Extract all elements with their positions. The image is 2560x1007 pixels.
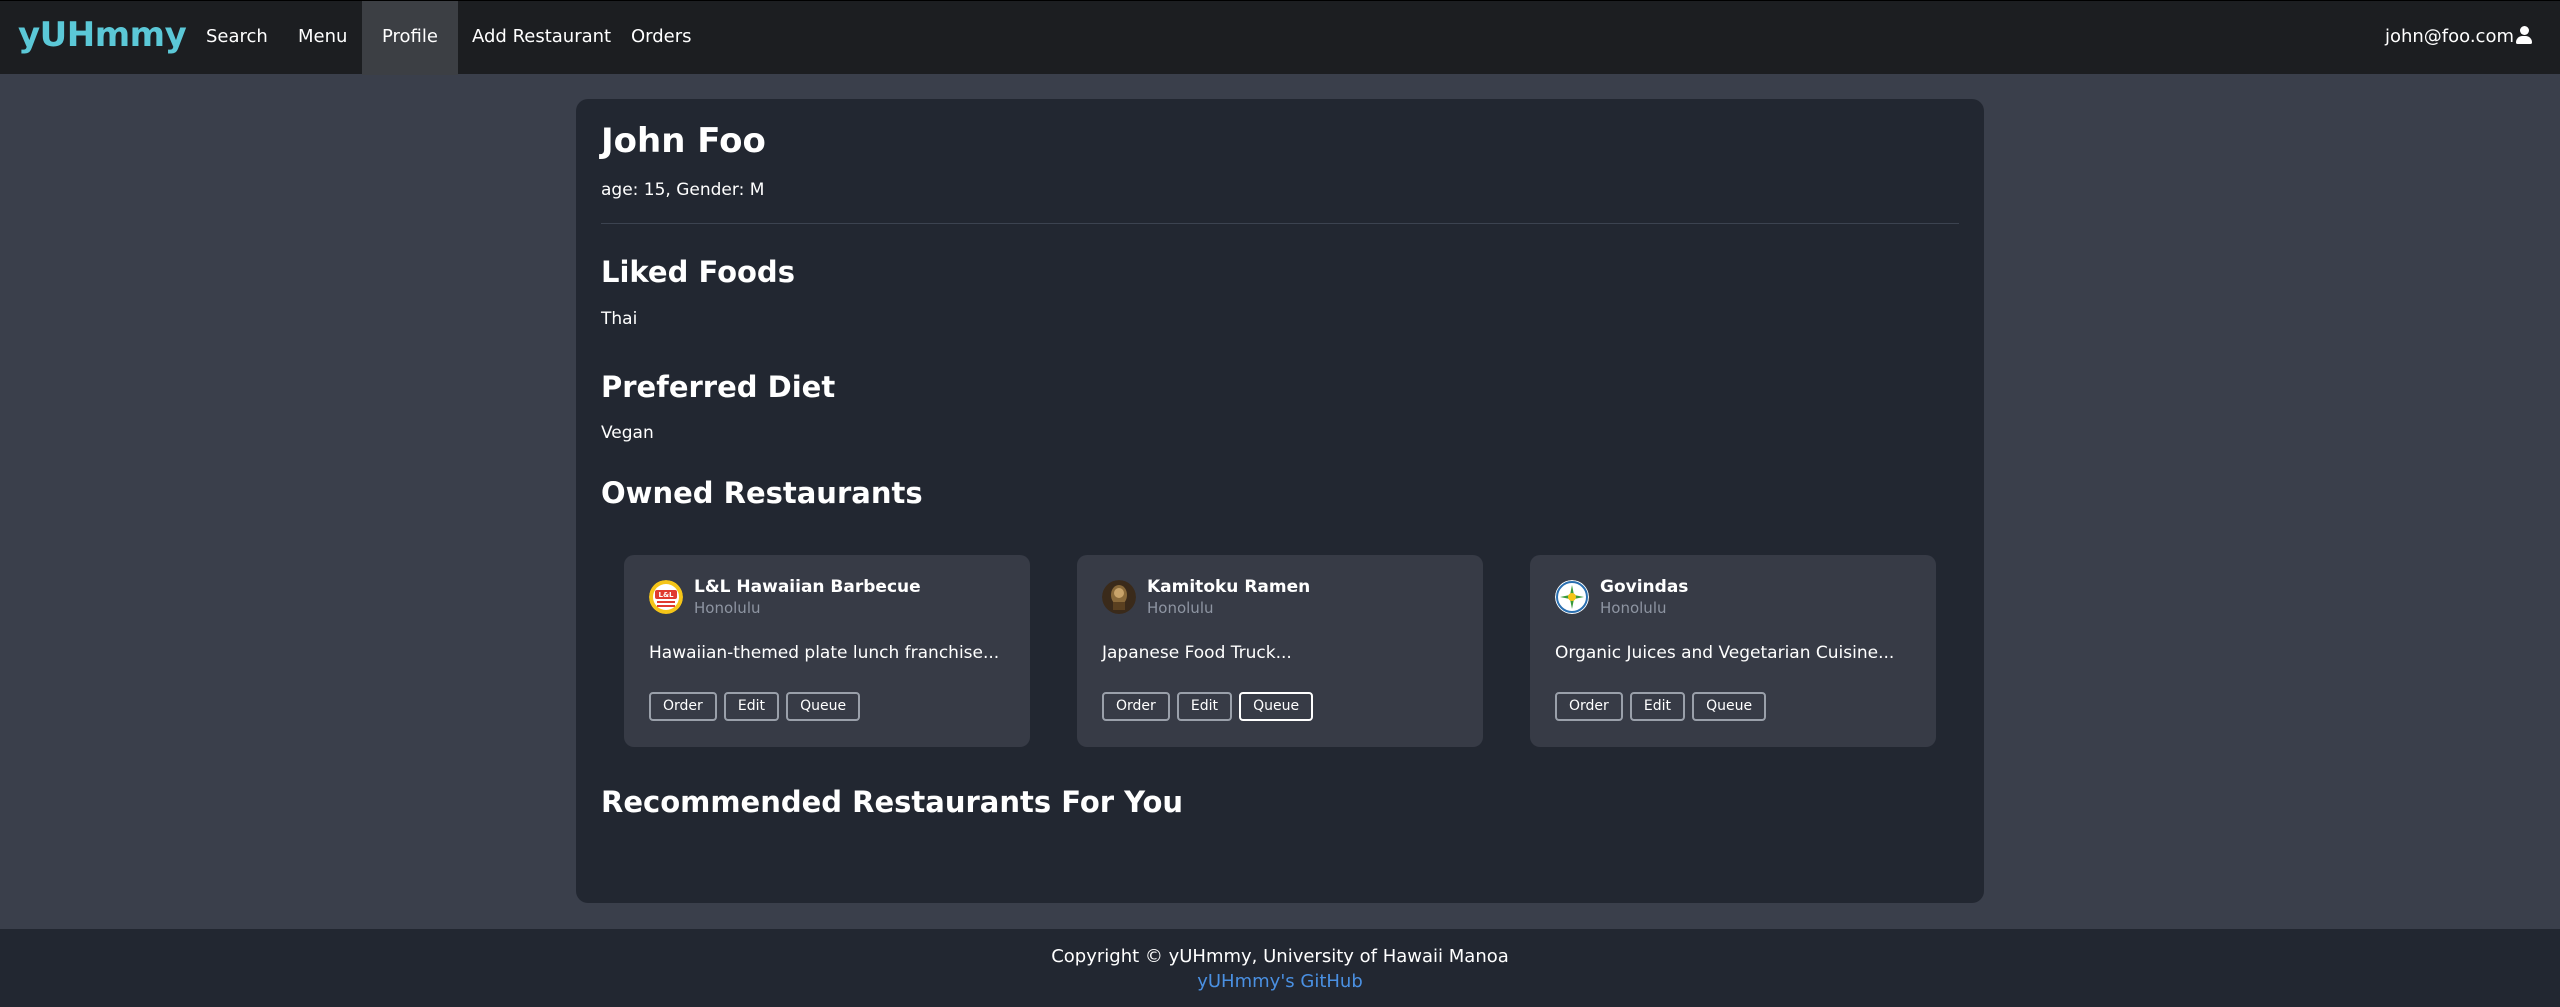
restaurant-logo [1555,580,1589,614]
nav-orders[interactable]: Orders [611,1,712,75]
footer: Copyright © yUHmmy, University of Hawaii… [0,929,2560,1007]
order-button[interactable]: Order [649,692,717,721]
liked-foods-value: Thai [601,309,638,329]
github-link[interactable]: yUHmmy's GitHub [0,971,2560,992]
svg-text:L&L: L&L [658,591,674,599]
restaurant-name: L&L Hawaiian Barbecue [694,577,921,597]
restaurant-description: Hawaiian-themed plate lunch franchise... [649,643,1000,663]
edit-button[interactable]: Edit [1176,692,1233,721]
diet-value: Vegan [601,423,654,443]
owned-restaurants-heading: Owned Restaurants [601,476,923,510]
footer-copyright: Copyright © yUHmmy, University of Hawaii… [1051,946,1509,967]
restaurant-city: Honolulu [694,599,761,617]
divider [601,223,1959,224]
profile-name: John Foo [601,121,766,161]
card-actions: Order Edit Queue [1102,692,1315,722]
nav-menu[interactable]: Menu [278,1,367,75]
restaurant-description: Japanese Food Truck... [1102,643,1292,663]
queue-button[interactable]: Queue [1692,692,1767,721]
restaurant-city: Honolulu [1600,599,1667,617]
profile-panel: John Foo age: 15, Gender: M Liked Foods … [576,99,1984,903]
nav-search[interactable]: Search [186,1,288,75]
liked-foods-heading: Liked Foods [601,255,795,289]
profile-meta: age: 15, Gender: M [601,180,765,200]
card-actions: Order Edit Queue [1555,692,1768,722]
restaurant-name: Govindas [1600,577,1689,597]
edit-button[interactable]: Edit [723,692,780,721]
queue-button[interactable]: Queue [1239,692,1314,721]
queue-button[interactable]: Queue [786,692,861,721]
diet-heading: Preferred Diet [601,370,836,404]
order-button[interactable]: Order [1102,692,1170,721]
restaurant-city: Honolulu [1147,599,1214,617]
edit-button[interactable]: Edit [1629,692,1686,721]
nav-profile[interactable]: Profile [362,1,458,75]
restaurant-card: Kamitoku Ramen Honolulu Japanese Food Tr… [1077,555,1483,747]
restaurant-logo [1102,580,1136,614]
user-menu[interactable]: john@foo.com [2385,1,2532,75]
restaurant-name: Kamitoku Ramen [1147,577,1311,597]
brand-logo[interactable]: yUHmmy [18,15,187,55]
order-button[interactable]: Order [1555,692,1623,721]
user-email: john@foo.com [2384,26,2514,47]
navbar: yUHmmy Search Menu Profile Add Restauran… [0,0,2560,75]
card-actions: Order Edit Queue [649,692,862,722]
restaurant-card: L&L L&L Hawaiian Barbecue Honolulu Hawai… [624,555,1030,747]
restaurant-description: Organic Juices and Vegetarian Cuisine... [1555,643,1895,663]
user-icon [2516,26,2532,44]
recommended-heading: Recommended Restaurants For You [601,785,1184,819]
restaurant-card: Govindas Honolulu Organic Juices and Veg… [1530,555,1936,747]
restaurant-logo: L&L [649,580,683,614]
nav-add-restaurant[interactable]: Add Restaurant [452,1,631,75]
